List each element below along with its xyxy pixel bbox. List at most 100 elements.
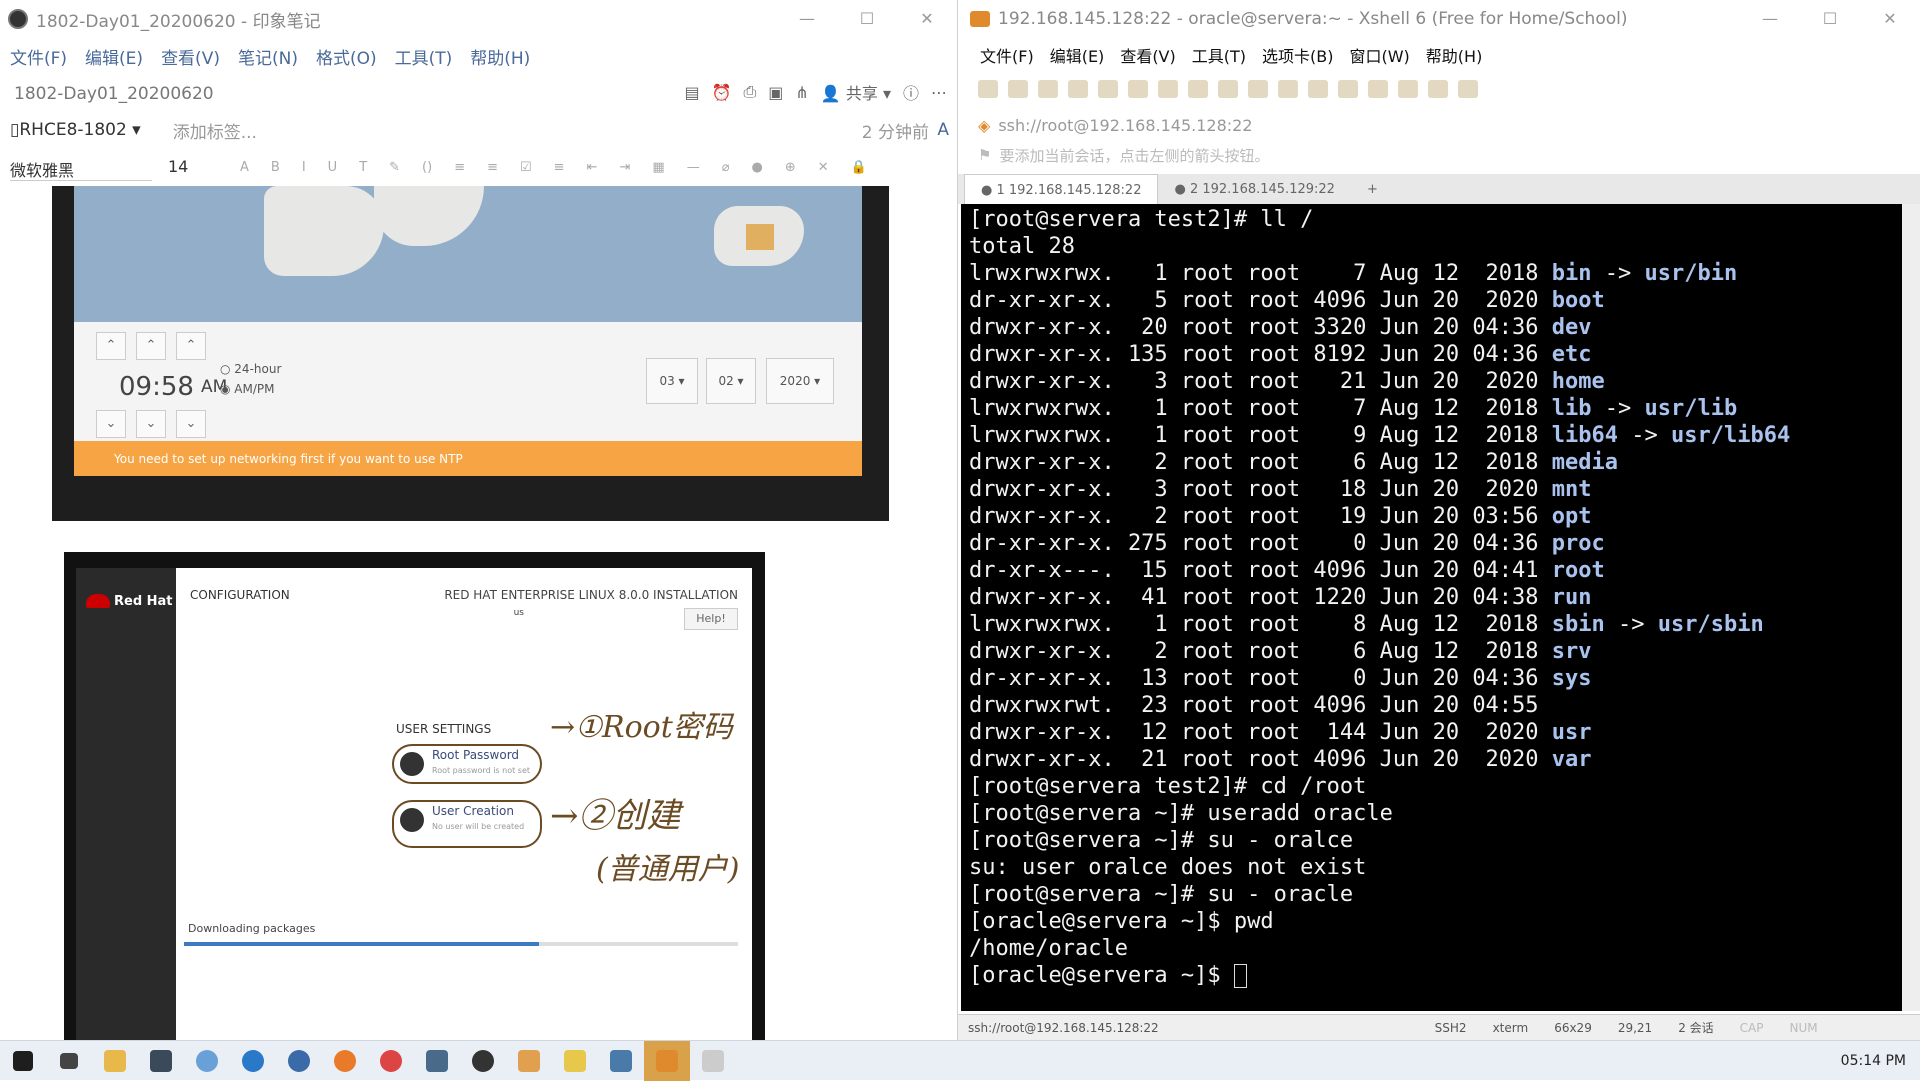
hr-icon[interactable]: — — [687, 160, 700, 175]
info-icon[interactable]: ▤ — [684, 83, 699, 102]
taskbar-app-3[interactable] — [276, 1041, 322, 1081]
align-icon[interactable]: ≡ — [554, 160, 565, 175]
taskbar-app-5[interactable] — [506, 1041, 552, 1081]
more-icon[interactable]: ⋯ — [931, 83, 947, 102]
globe-icon[interactable] — [1188, 80, 1208, 98]
close-button[interactable]: ✕ — [1860, 0, 1920, 38]
font-size-select[interactable]: 14 — [168, 153, 218, 181]
terminal[interactable]: [root@servera test2]# ll / total 28 lrwxrw… — [961, 204, 1902, 1011]
minimize-button[interactable]: — — [1740, 0, 1800, 38]
taskbar-edge[interactable] — [230, 1041, 276, 1081]
code-icon[interactable]: () — [422, 160, 432, 175]
note-info-icon[interactable]: ⓘ — [903, 80, 919, 104]
year-select[interactable]: 2020 ▾ — [766, 358, 834, 404]
tab-session-1[interactable]: ● 1 192.168.145.128:22 — [964, 174, 1159, 204]
taskbar-firefox[interactable] — [322, 1041, 368, 1081]
indent-icon[interactable]: ⇥ — [619, 160, 630, 175]
menu-item[interactable]: 文件(F) — [980, 43, 1034, 67]
taskbar-app-1[interactable] — [138, 1041, 184, 1081]
checkbox-icon[interactable]: ☑ — [520, 160, 532, 175]
minute-down-button[interactable]: ⌄ — [136, 410, 166, 438]
minimize-button[interactable]: — — [777, 0, 837, 38]
ampm-down-button[interactable]: ⌄ — [176, 410, 206, 438]
taskbar-app-8[interactable] — [690, 1041, 736, 1081]
highlight-icon[interactable]: ✎ — [389, 160, 400, 175]
share-icon[interactable]: ⋔ — [795, 83, 808, 102]
terminal-scrollbar[interactable] — [1902, 204, 1920, 1011]
tunnel-icon[interactable] — [1278, 80, 1298, 98]
notebook-selector[interactable]: ▯RHCE8-1802 ▾ — [10, 120, 141, 140]
task-view-button[interactable] — [46, 1041, 92, 1081]
script-icon[interactable] — [1398, 80, 1418, 98]
user-creation-spoke[interactable]: User Creation No user will be created — [392, 800, 542, 848]
attach-icon[interactable]: ⌀ — [722, 160, 730, 175]
menu-item[interactable]: 工具(T) — [395, 44, 453, 69]
keyboard-icon[interactable] — [1368, 80, 1388, 98]
layout-icon[interactable] — [1428, 80, 1448, 98]
print-icon[interactable] — [1158, 80, 1178, 98]
new-session-icon[interactable] — [978, 80, 998, 98]
font-a-icon[interactable]: A — [937, 120, 949, 140]
ampm-up-button[interactable]: ⌃ — [176, 332, 206, 360]
share-button[interactable]: 👤 共享 ▾ — [821, 80, 891, 104]
taskbar-clock[interactable]: 05:14 PM — [1841, 1053, 1906, 1069]
day-select[interactable]: 02 ▾ — [706, 358, 756, 404]
address-input[interactable]: ssh://root@192.168.145.128:22 — [998, 116, 1252, 135]
italic-icon[interactable]: I — [302, 160, 306, 175]
taskbar-app-2[interactable] — [184, 1041, 230, 1081]
radio-ampm[interactable]: ◉ AM/PM — [220, 382, 275, 396]
open-folder-icon[interactable] — [1008, 80, 1028, 98]
keyboard-layout[interactable]: us — [514, 608, 524, 618]
bold-icon[interactable]: B — [271, 160, 280, 175]
xftp-icon[interactable] — [1248, 80, 1268, 98]
menu-item[interactable]: 文件(F) — [10, 44, 67, 69]
month-select[interactable]: 03 ▾ — [646, 358, 698, 404]
menu-item[interactable]: 编辑(E) — [1050, 43, 1105, 67]
menu-item[interactable]: 工具(T) — [1192, 43, 1246, 67]
fullscreen-icon[interactable] — [1308, 80, 1328, 98]
link-icon[interactable]: ⊕ — [785, 160, 796, 175]
properties-icon[interactable] — [1098, 80, 1118, 98]
taskbar-evernote[interactable] — [460, 1041, 506, 1081]
radio-24hour[interactable]: ○ 24-hour — [220, 362, 281, 376]
search-icon[interactable] — [1128, 80, 1148, 98]
menu-item[interactable]: 笔记(N) — [238, 44, 298, 69]
hour-up-button[interactable]: ⌃ — [96, 332, 126, 360]
menu-item[interactable]: 窗口(W) — [1349, 43, 1409, 67]
flag-icon[interactable]: ⚑ — [978, 146, 991, 164]
number-list-icon[interactable]: ≡ — [487, 160, 498, 175]
menu-item[interactable]: 帮助(H) — [470, 44, 530, 69]
minute-up-button[interactable]: ⌃ — [136, 332, 166, 360]
new-tab-button[interactable]: + — [1351, 174, 1394, 204]
lock-icon[interactable] — [1338, 80, 1358, 98]
help-icon[interactable] — [1458, 80, 1478, 98]
bullet-list-icon[interactable]: ≡ — [454, 160, 465, 175]
address-bar[interactable]: ◈ ssh://root@192.168.145.128:22 — [958, 112, 1920, 138]
menu-item[interactable]: 帮助(H) — [1426, 43, 1483, 67]
tab-session-2[interactable]: ● 2 192.168.145.129:22 — [1158, 174, 1350, 204]
font-family-select[interactable]: 微软雅黑 — [10, 153, 152, 181]
font-icon[interactable] — [1218, 80, 1238, 98]
start-button[interactable] — [0, 1041, 46, 1081]
maximize-button[interactable]: ☐ — [837, 0, 897, 38]
help-button[interactable]: Help! — [684, 608, 738, 630]
table-icon[interactable]: ▦ — [652, 160, 664, 175]
reconnect-icon[interactable] — [1068, 80, 1088, 98]
clear-icon[interactable]: ✕ — [818, 160, 829, 175]
reminder-icon[interactable]: ⏰ — [712, 83, 732, 102]
hour-down-button[interactable]: ⌄ — [96, 410, 126, 438]
menu-item[interactable]: 格式(O) — [316, 44, 377, 69]
taskbar-chrome[interactable] — [368, 1041, 414, 1081]
lock-icon[interactable]: 🔒 — [851, 160, 867, 175]
text-color-icon[interactable]: A — [240, 160, 249, 175]
root-password-spoke[interactable]: Root Password Root password is not set — [392, 744, 542, 784]
outdent-icon[interactable]: ⇤ — [587, 160, 598, 175]
menu-item[interactable]: 查看(V) — [161, 44, 220, 69]
menu-item[interactable]: 查看(V) — [1120, 43, 1175, 67]
taskbar-explorer[interactable] — [92, 1041, 138, 1081]
underline-icon[interactable]: U — [328, 160, 338, 175]
add-tag-input[interactable]: 添加标签... — [173, 118, 257, 143]
print-icon[interactable]: ⎙ — [743, 82, 756, 102]
menu-item[interactable]: 选项卡(B) — [1262, 43, 1333, 67]
taskbar-app-6[interactable] — [552, 1041, 598, 1081]
